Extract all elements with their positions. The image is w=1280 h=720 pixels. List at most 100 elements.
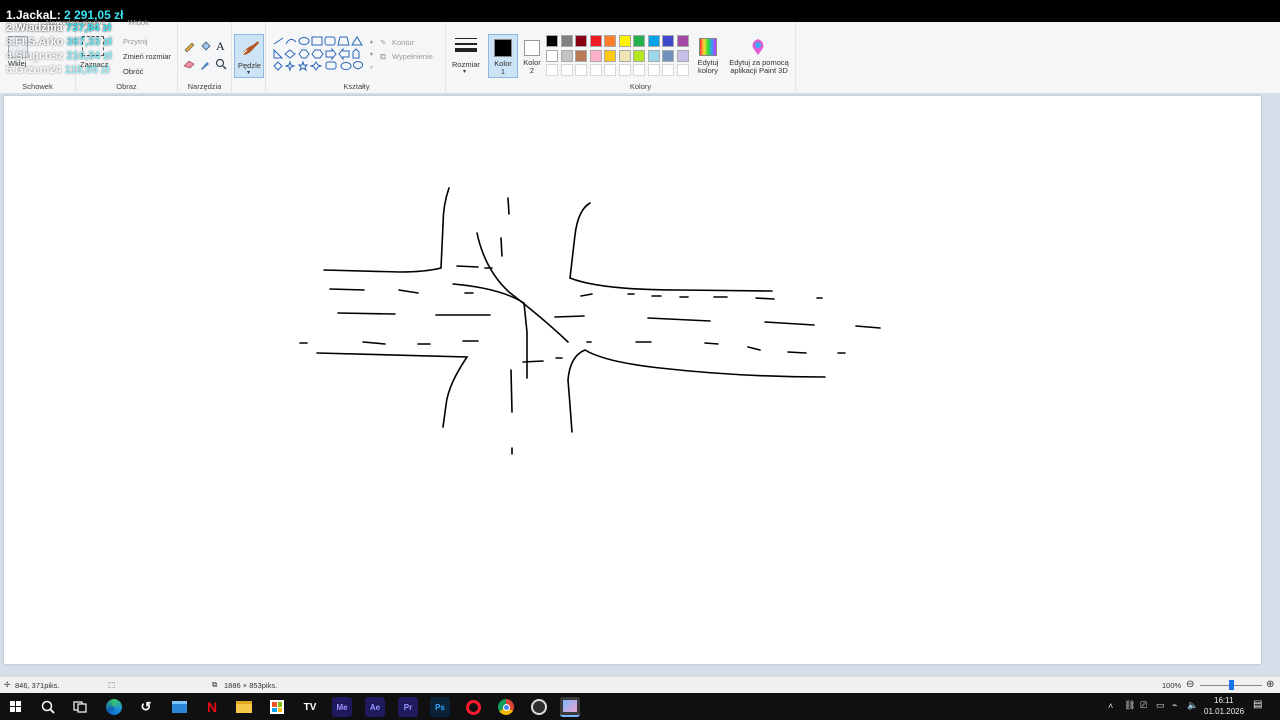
text-icon[interactable]: A — [216, 39, 225, 54]
crossing-curve — [452, 283, 528, 379]
custom-color-slot[interactable] — [546, 64, 558, 76]
palette-color-swatch[interactable] — [633, 35, 645, 47]
color1-button[interactable]: Kolor 1 — [488, 34, 518, 78]
fill-icon[interactable]: ⛾ — [380, 52, 386, 62]
brushes-button[interactable]: Pędzle ▾ — [234, 34, 264, 78]
fill-bucket-icon[interactable] — [199, 40, 211, 52]
netflix-icon[interactable]: N — [202, 697, 222, 717]
custom-color-slot[interactable] — [618, 64, 631, 76]
palette-color-swatch[interactable] — [647, 35, 660, 47]
palette-color-swatch[interactable] — [604, 35, 616, 47]
shapes-scroll-down-icon[interactable]: ▾ — [370, 51, 373, 58]
group-colors: Kolor 1 Kolor 2 Edytuj kolory Edytuj za … — [486, 22, 796, 94]
magnifier-icon[interactable] — [215, 58, 227, 70]
custom-color-slot[interactable] — [589, 64, 602, 76]
palette-color-swatch[interactable] — [662, 35, 674, 47]
ms-store-icon[interactable] — [267, 697, 287, 717]
palette-color-swatch[interactable] — [676, 35, 689, 47]
resize-button[interactable]: Zmień rozmiar — [123, 52, 171, 61]
palette-color-swatch[interactable] — [589, 49, 602, 62]
size-icon[interactable] — [455, 36, 477, 54]
clock-date[interactable]: 01.01.2026 — [1204, 707, 1244, 716]
palette-color-swatch[interactable] — [575, 49, 587, 62]
network-icon[interactable]: ⌁ — [1172, 700, 1177, 711]
color2-button[interactable]: Kolor 2 — [520, 34, 548, 78]
group-brushes: Pędzle ▾ — [232, 22, 266, 94]
start-icon[interactable] — [6, 697, 26, 717]
volume-icon[interactable]: 🔈 — [1187, 700, 1198, 711]
photoshop-icon[interactable]: Ps — [430, 697, 450, 717]
palette-color-swatch[interactable] — [546, 49, 558, 62]
edit-colors-icon — [699, 38, 717, 56]
edit-paint3d-button[interactable]: Edytuj za pomocą aplikacji Paint 3D — [726, 34, 792, 78]
overlay-entry: 2.Wiadźma 737,84 zł — [6, 22, 112, 34]
shapes-gallery[interactable] — [272, 36, 372, 78]
drawing-canvas[interactable] — [4, 96, 1261, 664]
custom-color-slot[interactable] — [575, 64, 587, 76]
rotate-button[interactable]: Obróć — [123, 67, 143, 76]
palette-color-swatch[interactable] — [633, 49, 645, 62]
fill-button[interactable]: Wypełnienie — [392, 52, 433, 61]
palette-color-swatch[interactable] — [575, 35, 587, 47]
color-picker-icon[interactable] — [199, 58, 211, 70]
opera-icon[interactable] — [463, 697, 483, 717]
group-size: Rozmiar ▾ — [446, 22, 486, 94]
size-dropdown-icon: ▾ — [463, 69, 467, 75]
tray-app-icon[interactable]: ⎚ — [1140, 700, 1147, 711]
custom-color-slot[interactable] — [662, 64, 674, 76]
overlay-entry: 1.JackaL: 2 291,05 zł — [6, 8, 124, 22]
zoom-in-button[interactable]: ⊕ — [1266, 679, 1274, 690]
tray-app-icon[interactable]: ▭ — [1156, 700, 1165, 711]
crop-button[interactable]: Przytnij — [123, 37, 148, 46]
palette-color-swatch[interactable] — [618, 35, 631, 47]
custom-color-slot[interactable] — [633, 64, 645, 76]
palette-color-swatch[interactable] — [618, 49, 631, 62]
shapes-more-icon[interactable]: ▿ — [370, 64, 373, 71]
edit-colors-button[interactable]: Edytuj kolory — [694, 34, 724, 78]
custom-color-slot[interactable] — [604, 64, 616, 76]
zoom-out-button[interactable]: ⊖ — [1186, 679, 1194, 690]
eraser-icon[interactable] — [183, 59, 195, 69]
road-intersection-sketch — [299, 187, 881, 455]
center-dash — [522, 360, 544, 363]
palette-color-swatch[interactable] — [662, 49, 674, 62]
palette-color-swatch[interactable] — [560, 49, 573, 62]
shapes-scroll-up-icon[interactable]: ▴ — [370, 38, 373, 45]
palette-color-swatch[interactable] — [604, 49, 616, 62]
group-shapes: ▴ ▾ ▿ ✎ Kontur ⛾ Wypełnienie Kształty — [268, 22, 446, 94]
palette-color-swatch[interactable] — [676, 49, 689, 62]
notification-icon[interactable]: ▤ — [1253, 699, 1262, 710]
clock-time[interactable]: 16:11 — [1214, 696, 1233, 705]
zoom-slider-thumb[interactable] — [1229, 680, 1234, 690]
paint-icon[interactable] — [560, 697, 580, 717]
palette-color-swatch[interactable] — [589, 35, 602, 47]
pencil-icon[interactable] — [183, 40, 195, 52]
chrome-icon[interactable] — [496, 697, 516, 717]
custom-color-slot[interactable] — [647, 64, 660, 76]
edge-icon[interactable] — [104, 697, 124, 717]
palette-color-swatch[interactable] — [560, 35, 573, 47]
task-view-icon[interactable] — [70, 697, 90, 717]
after-effects-icon[interactable]: Ae — [365, 697, 385, 717]
custom-color-slot[interactable] — [560, 64, 573, 76]
tradingview-icon[interactable]: TV — [300, 697, 320, 717]
palette-color-swatch[interactable] — [647, 49, 660, 62]
group-label-shapes: Kształty — [343, 82, 370, 91]
tray-app-icon[interactable]: ⛓ — [1124, 700, 1135, 711]
lane-dash — [580, 293, 593, 297]
outline-icon[interactable]: ✎ — [380, 38, 386, 47]
custom-color-slot[interactable] — [676, 64, 689, 76]
file-explorer-icon[interactable] — [234, 697, 254, 717]
store-like-icon[interactable] — [169, 697, 189, 717]
brushes-dropdown-icon: ▾ — [247, 70, 251, 76]
outline-button[interactable]: Kontur — [392, 38, 414, 47]
arrow-app-icon[interactable]: ↺ — [136, 697, 156, 717]
cursor-position-icon: ✢ — [4, 680, 11, 689]
palette-color-swatch[interactable] — [546, 35, 558, 47]
tray-overflow-icon[interactable]: ˄ — [1108, 701, 1113, 711]
lane-dash — [647, 317, 711, 322]
search-icon[interactable] — [38, 697, 58, 717]
media-encoder-icon[interactable]: Me — [332, 697, 352, 717]
premiere-pro-icon[interactable]: Pr — [398, 697, 418, 717]
obs-icon[interactable] — [529, 697, 549, 717]
